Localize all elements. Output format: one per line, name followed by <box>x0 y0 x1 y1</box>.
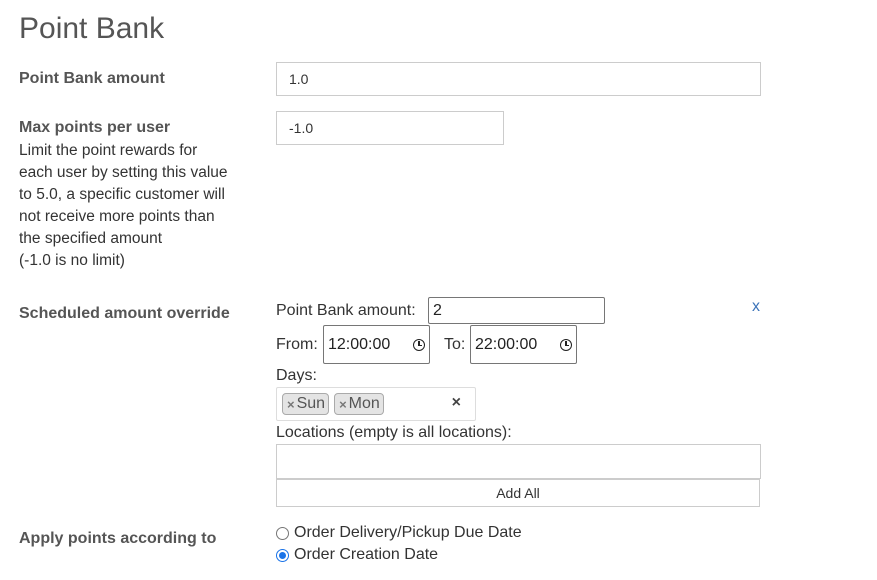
max-points-help-line: the specified amount <box>19 230 163 247</box>
days-select[interactable]: × Sun × Mon × <box>276 387 476 421</box>
point-bank-amount-label: Point Bank amount <box>19 70 165 87</box>
from-time-value: 12:00:00 <box>328 335 391 353</box>
apply-points-options: Order Delivery/Pickup Due Date Order Cre… <box>276 522 522 566</box>
override-amount-value: 2 <box>433 301 442 319</box>
to-label: To: <box>444 336 466 353</box>
day-tag-sun: × Sun <box>282 393 330 415</box>
option-label: Order Delivery/Pickup Due Date <box>294 524 522 541</box>
to-time-input[interactable]: 22:00:00 <box>470 325 577 364</box>
tag-remove-icon[interactable]: × <box>339 397 347 412</box>
days-label: Days: <box>276 367 317 384</box>
apply-points-label: Apply points according to <box>19 530 217 547</box>
remove-override-button[interactable]: x <box>752 298 760 316</box>
day-tag-mon: × Mon <box>334 393 384 415</box>
option-label: Order Creation Date <box>294 546 439 563</box>
max-points-help: Limit the point rewards for each user by… <box>19 140 269 272</box>
tag-remove-icon[interactable]: × <box>287 397 295 412</box>
max-points-help-line: each user by setting this value <box>19 164 228 181</box>
option-creation-date[interactable]: Order Creation Date <box>276 544 522 566</box>
radio-checked[interactable] <box>276 548 289 562</box>
to-time-value: 22:00:00 <box>475 335 538 353</box>
clear-days-icon[interactable]: × <box>452 394 461 412</box>
max-points-label: Max points per user <box>19 119 171 136</box>
locations-label: Locations (empty is all locations): <box>276 424 512 441</box>
page-title: Point Bank <box>19 12 165 45</box>
point-bank-amount-value: 1.0 <box>289 71 309 87</box>
day-tag-label: Sun <box>296 395 326 412</box>
max-points-help-line: (-1.0 is no limit) <box>19 252 125 269</box>
add-all-button[interactable]: Add All <box>276 479 760 507</box>
clock-icon[interactable] <box>560 338 572 351</box>
day-tag-label: Mon <box>348 395 380 412</box>
point-bank-amount-input[interactable]: 1.0 <box>276 62 761 96</box>
from-label: From: <box>276 336 318 353</box>
locations-input[interactable] <box>276 444 761 479</box>
radio-unchecked[interactable] <box>276 526 289 540</box>
max-points-input[interactable]: -1.0 <box>276 111 504 145</box>
from-time-input[interactable]: 12:00:00 <box>323 325 430 364</box>
max-points-value: -1.0 <box>289 120 314 136</box>
clock-icon[interactable] <box>413 338 425 351</box>
scheduled-override-label: Scheduled amount override <box>19 305 230 322</box>
option-delivery-due-date[interactable]: Order Delivery/Pickup Due Date <box>276 522 522 544</box>
override-amount-input[interactable]: 2 <box>428 297 605 324</box>
max-points-help-line: Limit the point rewards for <box>19 142 198 159</box>
max-points-help-line: to 5.0, a specific customer will <box>19 186 225 203</box>
max-points-help-line: not receive more points than <box>19 208 215 225</box>
override-amount-label: Point Bank amount: <box>276 302 416 319</box>
